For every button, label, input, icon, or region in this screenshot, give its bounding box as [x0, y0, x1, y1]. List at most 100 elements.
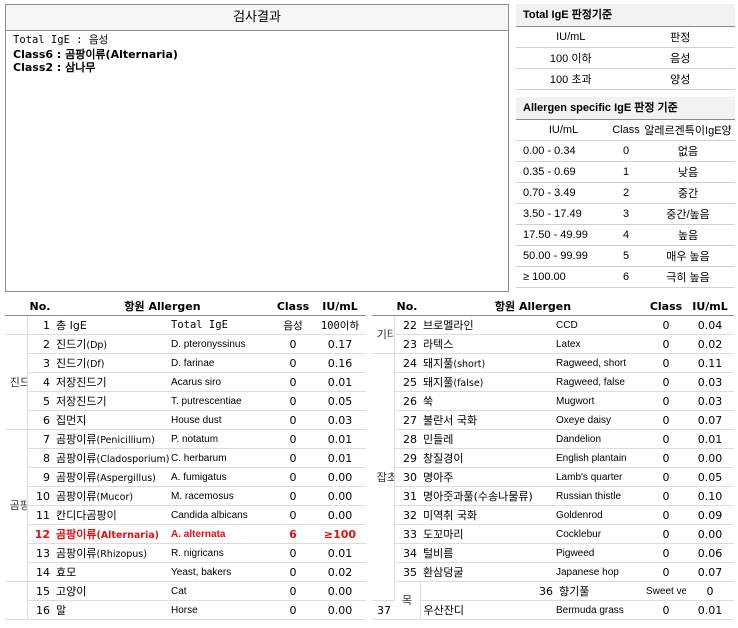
allergen-class: 0	[272, 467, 314, 487]
table-row: 25 돼지풀(false) Ragweed, false 0 0.03	[372, 372, 734, 392]
table-row: 잡초화분24돼지풀(short)Ragweed, short00.11	[372, 353, 734, 601]
allergen-class: 0	[646, 429, 686, 449]
row-no: 23	[394, 334, 420, 354]
table-row: 곰팡이류7곰팡이류(Penicillium)P. notatum00.01	[5, 429, 366, 582]
allergen-korean-name: 곰팡이류	[56, 433, 97, 446]
allergen-iu: ≥100	[314, 524, 366, 544]
allergen-korean: 우산잔디	[420, 600, 556, 620]
criteria-header-class: Class	[611, 120, 641, 141]
allergen-iu: 0.06	[686, 543, 734, 563]
row-no: 12	[27, 524, 53, 544]
criteria-row: 50.00 - 99.99 5 매우 높음	[516, 245, 735, 267]
criteria-row: 0.00 - 0.34 0 없음	[516, 140, 735, 162]
allergen-iu: 0.16	[314, 353, 366, 373]
criteria-class: 5	[611, 245, 641, 267]
allergen-rows-left: 1총 IgETotal IgE음성100이하진드기류2진드기(Dp)D. pte…	[5, 315, 366, 620]
group-label: 목	[394, 581, 421, 620]
allergen-korean-name: 곰팡이류	[56, 490, 97, 503]
row-no: 5	[27, 391, 53, 411]
criteria-cell: 100 이하	[516, 47, 626, 69]
allergen-english: Sweet vernal grass	[646, 581, 686, 601]
allergen-english: C. herbarum	[171, 448, 272, 468]
allergen-english: Candida albicans	[171, 505, 272, 525]
col-no: No.	[394, 297, 420, 316]
row-no: 16	[27, 600, 53, 620]
allergen-iu: 0.01	[314, 372, 366, 392]
table-row: 13 곰팡이류(Rhizopus) R. nigricans 0 0.01	[5, 543, 366, 563]
allergen-korean: 명아줏과풀(수송나물류)	[420, 486, 556, 506]
result-line-class2: Class2 : 삼나무	[13, 61, 96, 74]
specific-ige-criteria-table: IU/mL Class 알레르겐특이IgE양 0.00 - 0.34 0 없음 0.3…	[516, 120, 735, 288]
allergen-english: Lamb's quarter	[556, 467, 646, 487]
row-no: 27	[394, 410, 420, 430]
allergen-iu: 0.00	[314, 581, 366, 601]
allergen-korean-name: 우산잔디	[423, 604, 464, 617]
allergen-korean-name: 말	[56, 604, 67, 617]
allergen-korean: 털비름	[420, 543, 556, 563]
criteria-header-iu: IU/mL	[516, 27, 626, 48]
table-row: 27 불란서 국화 Oxeye daisy 0 0.07	[372, 410, 734, 430]
criteria-range: 50.00 - 99.99	[516, 245, 611, 267]
allergen-iu: 0.00	[686, 448, 734, 468]
group-label-text: 진드기류	[9, 375, 26, 389]
allergen-korean-name: 저장진드기	[56, 376, 107, 389]
criteria-class: 2	[611, 182, 641, 204]
table-row: 12 곰팡이류(Alternaria) A. alternata 6 ≥100	[5, 524, 366, 544]
allergen-korean: 곰팡이류(Alternaria)	[53, 524, 171, 544]
allergen-korean: 곰팡이류(Aspergillus)	[53, 467, 171, 487]
total-ige-criteria-table: IU/mL 판정 100 이하 음성 100 초과 양성	[516, 27, 735, 90]
allergen-korean: 진드기(Dp)	[53, 334, 171, 354]
group-label	[5, 581, 28, 620]
allergen-class: 0	[646, 353, 686, 373]
criteria-row: 0.70 - 3.49 2 중간	[516, 182, 735, 204]
allergen-english: P. notatum	[171, 429, 272, 449]
allergen-english: D. pteronyssinus	[171, 334, 272, 354]
row-no: 25	[394, 372, 420, 392]
allergen-korean: 돼지풀(false)	[420, 372, 556, 392]
allergen-class: 0	[272, 410, 314, 430]
specific-criteria-body: IU/mL Class 알레르겐특이IgE양 0.00 - 0.34 0 없음 0.3…	[516, 120, 735, 288]
col-allergen: 항원 Allergen	[53, 297, 272, 316]
row-no: 10	[27, 486, 53, 506]
allergen-class: 0	[646, 410, 686, 430]
table-row: 28 민들레 Dandelion 0 0.01	[372, 429, 734, 449]
allergen-korean-sub: (Alternaria)	[96, 530, 159, 541]
group-label-text: 기타	[376, 328, 393, 341]
allergen-korean-name: 집먼지	[56, 414, 87, 427]
allergen-english: Mugwort	[556, 391, 646, 411]
allergen-korean-name: 털비름	[423, 547, 454, 560]
allergen-english: Japanese hop	[556, 562, 646, 582]
col-class: Class	[646, 297, 686, 316]
allergen-iu: 0.01	[314, 429, 366, 449]
row-no: 3	[27, 353, 53, 373]
row-no: 14	[27, 562, 53, 582]
allergen-korean-name: 곰팡이류	[56, 452, 97, 465]
table-row: 30 명아주 Lamb's quarter 0 0.05	[372, 467, 734, 487]
allergen-korean-name: 브로멜라인	[423, 319, 474, 332]
table-row: 1총 IgE Total IgE 음성 100이하	[5, 315, 366, 335]
allergen-iu: 0.01	[686, 429, 734, 449]
allergen-class: 0	[272, 543, 314, 563]
row-no: 29	[394, 448, 420, 468]
allergen-class: 0	[646, 467, 686, 487]
criteria-range: 0.70 - 3.49	[516, 182, 611, 204]
allergen-iu: 0.09	[686, 505, 734, 525]
allergen-list-left: No. 항원 Allergen Class IU/mL 1총 IgE Total …	[5, 297, 366, 620]
allergen-table-left: No. 항원 Allergen Class IU/mL 1총 IgE Total …	[5, 297, 366, 620]
allergen-korean-sub: (Mucor)	[96, 492, 134, 503]
total-ige-criteria-title: Total IgE 판정기준	[516, 4, 735, 27]
group-label: 곰팡이류	[5, 429, 28, 582]
criteria-class: 4	[611, 224, 641, 246]
allergen-iu: 0.01	[314, 543, 366, 563]
allergen-iu: 0.11	[686, 353, 734, 373]
criteria-class: 3	[611, 203, 641, 225]
group-label: 기타	[372, 315, 395, 354]
allergen-class: 음성	[272, 315, 314, 335]
allergen-korean-sub: (Penicillium)	[96, 435, 155, 446]
group-label-text: 잡초화분	[376, 470, 393, 484]
allergen-korean: 명아주	[420, 467, 556, 487]
allergen-korean: 말	[53, 600, 171, 620]
col-group	[372, 297, 394, 316]
allergen-class: 0	[686, 581, 734, 601]
table-row: 16 말 Horse 0 0.00	[5, 600, 366, 620]
